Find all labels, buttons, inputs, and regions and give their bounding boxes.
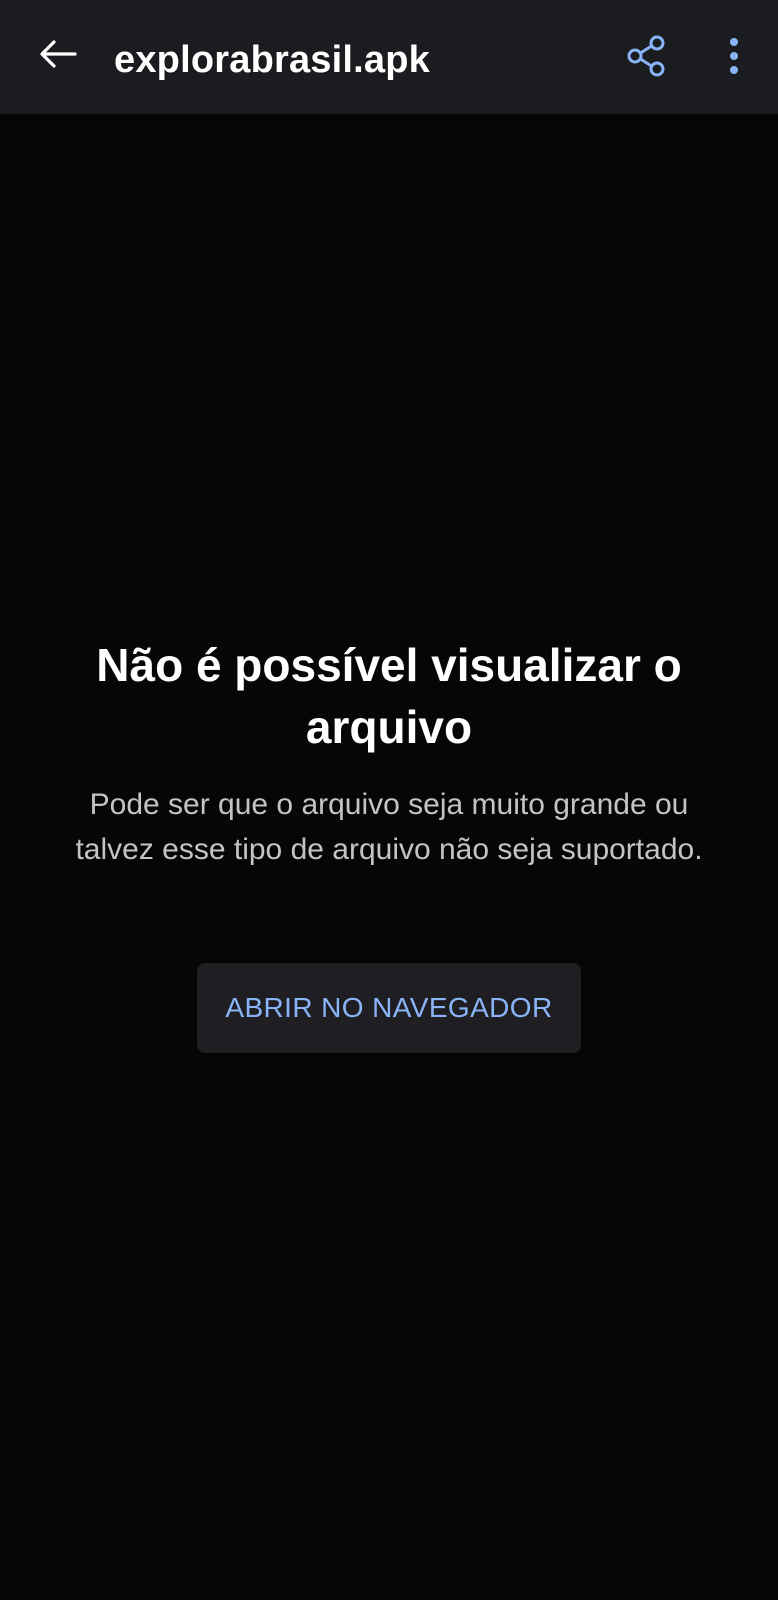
share-icon [624,34,668,83]
arrow-left-icon [39,39,77,74]
more-options-button[interactable] [710,30,758,86]
page-title: explorabrasil.apk [114,39,430,81]
more-vertical-icon [728,36,740,81]
app-bar: explorabrasil.apk [0,0,778,114]
error-message: Pode ser que o arquivo seja muito grande… [75,788,703,866]
content-area: Não é possível visualizar o arquivo Pode… [0,114,778,1600]
back-button[interactable] [32,30,84,82]
error-title: Não é possível visualizar o arquivo [96,639,682,753]
open-in-browser-button[interactable]: ABRIR NO NAVEGADOR [197,963,581,1053]
share-button[interactable] [618,30,674,86]
